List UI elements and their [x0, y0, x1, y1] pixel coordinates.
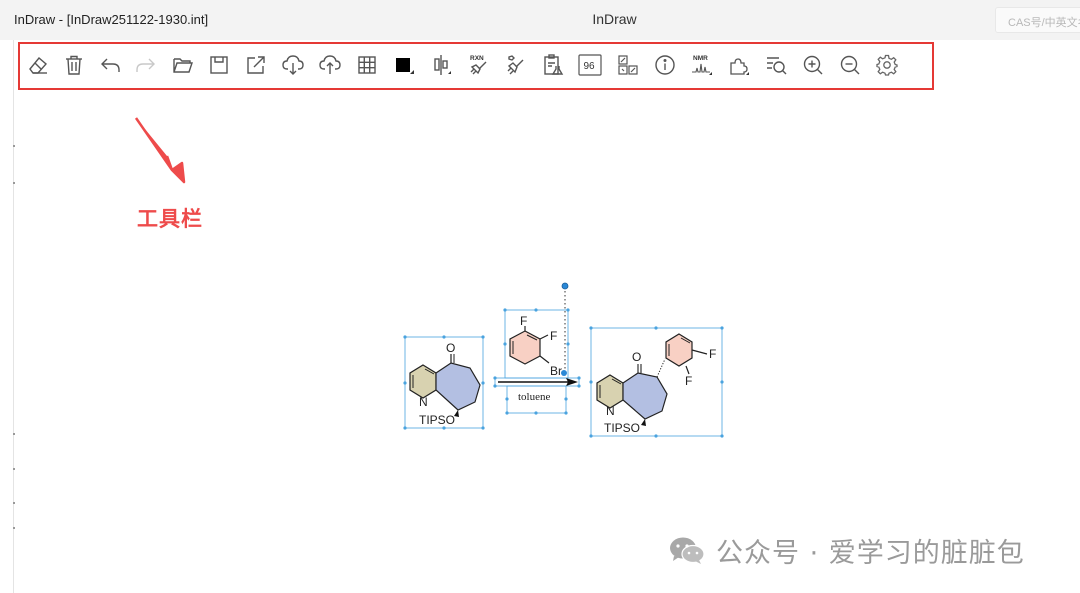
zoom-in-tool[interactable] [801, 52, 825, 78]
redo-tool[interactable] [134, 52, 158, 78]
svg-text:NMR: NMR [693, 55, 708, 62]
reactant-tipso-label: TIPSO [419, 413, 455, 427]
product-molecule[interactable]: O N F F TIPSO [589, 326, 724, 438]
reagent-f1-label: F [520, 314, 527, 328]
template-tool[interactable] [616, 52, 640, 78]
solvent-label-group[interactable]: toluene [505, 385, 568, 415]
undo-icon [101, 58, 120, 72]
plugin-tool[interactable] [727, 52, 751, 78]
reagent-aryl-ring [509, 330, 541, 365]
cloud-upload-tool[interactable] [318, 52, 342, 78]
zoom-out-tool[interactable] [838, 52, 862, 78]
rxn-broom-icon: RXN [470, 55, 487, 75]
watermark-text: 公众号 · 爱学习的脏脏包 [716, 537, 1025, 569]
delete-tool[interactable] [62, 52, 86, 78]
save-icon [210, 56, 228, 74]
rotation-handle[interactable] [561, 282, 569, 290]
info-tool[interactable] [653, 52, 677, 78]
align-icon [434, 55, 451, 75]
undo-tool[interactable] [98, 52, 122, 78]
broom-icon [507, 55, 524, 75]
redo-icon [136, 58, 155, 72]
puzzle-icon [730, 58, 749, 75]
toolbar-annotation-label: 工具栏 [137, 207, 203, 231]
color-square-icon [396, 58, 414, 74]
annotation-arrow [134, 117, 186, 184]
cloud-download-icon [282, 55, 304, 75]
folder-icon [173, 58, 193, 73]
structure-clean-tool[interactable] [503, 52, 527, 78]
reactant-cycloheptane-ring [435, 362, 481, 411]
reactant-oxygen-label: O [446, 341, 455, 355]
watermark: 公众号 · 爱学习的脏脏包 [668, 532, 1025, 569]
info-icon [655, 55, 675, 75]
search-structure-tool[interactable] [764, 52, 788, 78]
product-cycloheptane-ring [622, 372, 668, 420]
settings-tool[interactable] [875, 52, 899, 78]
reagent-f2-label: F [550, 329, 557, 343]
trash-icon [66, 55, 82, 75]
clipboard-flask-icon [544, 54, 564, 75]
eraser-icon [29, 57, 47, 74]
svg-text:96: 96 [584, 61, 596, 72]
product-oxygen-label: O [632, 350, 641, 364]
export-icon [247, 56, 265, 74]
document-title: InDraw - [InDraw251122-1930.int] [14, 12, 209, 27]
clipboard-tool[interactable] [541, 52, 565, 78]
grid-icon [358, 56, 376, 74]
product-f1-label: F [709, 347, 716, 361]
left-edge-divider [13, 40, 15, 593]
cas-search-input[interactable]: CAS号/中英文名 [995, 7, 1080, 33]
grid-tool[interactable] [355, 52, 379, 78]
reagent-br-label: Br [550, 364, 562, 378]
title-bar: InDraw - [InDraw251122-1930.int] InDraw … [0, 0, 1080, 40]
solvent-label: toluene [518, 391, 550, 403]
cloud-download-tool[interactable] [281, 52, 305, 78]
cloud-upload-icon [319, 55, 341, 74]
eraser-tool[interactable] [26, 52, 50, 78]
save-tool[interactable] [207, 52, 231, 78]
reactant-molecule[interactable]: O N TIPSO [403, 335, 485, 430]
number-tool[interactable]: 96 [578, 52, 602, 78]
toolbar: RXN 96 NMR [18, 42, 934, 90]
reaction-clean-tool[interactable]: RXN [466, 52, 490, 78]
zoom-out-icon [840, 55, 860, 75]
number-box-icon: 96 [578, 54, 602, 76]
svg-text:RXN: RXN [470, 55, 484, 62]
align-tool[interactable] [429, 52, 453, 78]
reactant-nitrogen-label: N [419, 395, 428, 409]
product-aryl-ring [665, 333, 693, 367]
color-tool[interactable] [392, 52, 416, 78]
nmr-spectrum-icon: NMR [692, 55, 712, 75]
list-search-icon [767, 57, 787, 75]
nmr-tool[interactable]: NMR [690, 52, 714, 78]
export-tool[interactable] [244, 52, 268, 78]
open-tool[interactable] [171, 52, 195, 78]
product-tipso-label: TIPSO [604, 421, 640, 435]
reactant-pyridine-ring [409, 364, 437, 399]
zoom-in-icon [803, 55, 823, 75]
product-f2-label: F [685, 374, 692, 388]
product-nitrogen-label: N [606, 404, 615, 418]
reagent-molecule[interactable]: F F Br [503, 308, 570, 379]
arrow-head-handle[interactable] [561, 370, 567, 376]
template-grid-icon [618, 55, 638, 75]
wechat-icon [670, 537, 705, 564]
gear-icon [876, 54, 898, 76]
